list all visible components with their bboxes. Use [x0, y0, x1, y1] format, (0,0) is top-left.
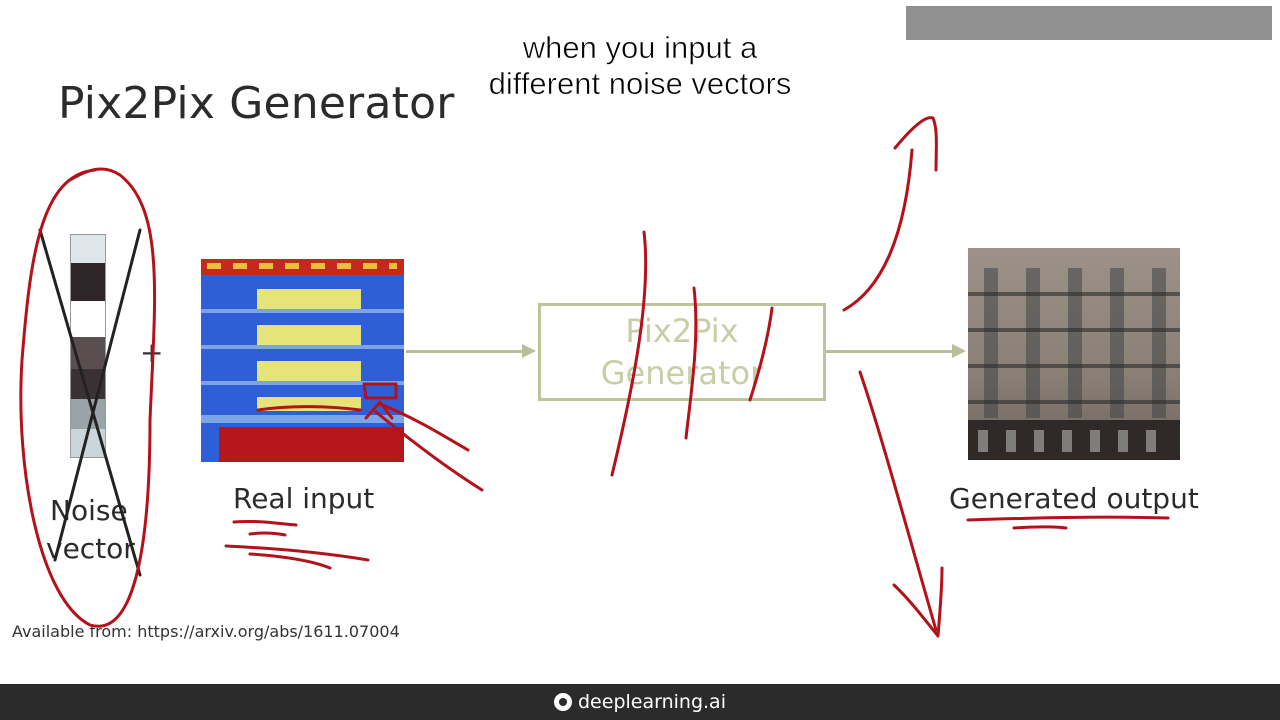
noise-label-line-1: Noise	[50, 494, 128, 527]
generator-box: Pix2Pix Generator	[538, 303, 826, 401]
slide-title: Pix2Pix Generator	[58, 78, 455, 129]
underline-annotation	[224, 544, 370, 562]
noise-cell	[71, 369, 105, 399]
real-input-label: Real input	[233, 482, 375, 515]
generator-label-line-1: Pix2Pix	[625, 312, 739, 350]
arrow-head	[522, 344, 536, 358]
source-citation: Available from: https://arxiv.org/abs/16…	[12, 622, 400, 641]
noise-cell	[71, 337, 105, 369]
label-map-cornice	[201, 415, 404, 423]
real-input-image	[201, 259, 404, 462]
plus-sign: +	[140, 336, 164, 369]
noise-label-line-2: vector	[46, 532, 135, 565]
label-map-shop	[219, 427, 404, 462]
noise-cell	[71, 235, 105, 263]
noise-cell	[71, 399, 105, 429]
arrow-head	[952, 344, 966, 358]
down-arrow-annotation	[892, 566, 944, 638]
overlay-banner-text	[920, 44, 1260, 64]
footer-bar: deeplearning.ai	[0, 684, 1280, 720]
slide-canvas: Pix2Pix Generator when you input a diffe…	[0, 0, 1280, 684]
facade-balconies	[968, 268, 1180, 418]
up-arrow-annotation	[842, 148, 914, 312]
underline-annotation	[248, 552, 332, 570]
overlay-banner	[906, 6, 1272, 40]
deeplearning-logo-icon	[554, 693, 572, 711]
label-map-windows	[201, 285, 404, 415]
noise-cell	[71, 429, 105, 457]
underline-annotation	[232, 519, 298, 527]
facade-storefront-detail	[978, 430, 1170, 452]
caption-line-1: when you input a	[522, 30, 758, 66]
underline-annotation	[1012, 525, 1068, 530]
arrow-generator-to-output	[826, 350, 954, 353]
arrow-input-to-generator	[406, 350, 524, 353]
up-arrow-annotation	[893, 116, 938, 172]
down-arrow-annotation	[858, 370, 938, 632]
label-map-roof-detail	[207, 263, 397, 269]
generated-output-label: Generated output	[949, 482, 1199, 515]
generator-label-line-2: Generator	[600, 354, 764, 392]
noise-vector-graphic	[70, 234, 106, 458]
subtitle-caption: when you input a different noise vectors	[440, 30, 840, 102]
footer-brand: deeplearning.ai	[578, 691, 726, 713]
caption-line-2: different noise vectors	[488, 66, 792, 102]
generated-output-image	[968, 248, 1180, 460]
underline-annotation	[966, 515, 1170, 522]
noise-cell	[71, 263, 105, 301]
underline-annotation	[248, 531, 287, 537]
noise-cell	[71, 301, 105, 337]
